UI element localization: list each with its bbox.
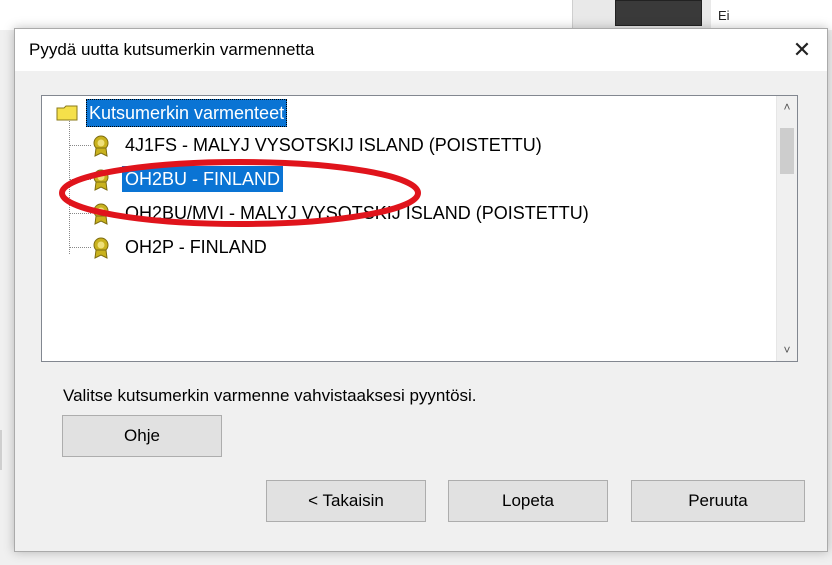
tree-root[interactable]: Kutsumerkin varmenteet <box>42 99 772 127</box>
tree-item[interactable]: OH2BU/MVI - MALYJ VYSOTSKIJ ISLAND (POIS… <box>42 200 772 226</box>
title-bar: Pyydä uutta kutsumerkin varmennetta ✕ <box>15 29 827 71</box>
tree-item[interactable]: OH2P - FINLAND <box>42 234 772 260</box>
tree-connector <box>69 145 91 146</box>
close-button[interactable]: ✕ <box>787 35 817 65</box>
certificate-icon <box>93 237 109 259</box>
instruction-text: Valitse kutsumerkin varmenne vahvistaaks… <box>63 386 477 405</box>
certificate-tree[interactable]: Kutsumerkin varmenteet 4J1FS - MALYJ VYS… <box>41 95 798 362</box>
tree-item-label: OH2BU - FINLAND <box>122 166 284 192</box>
folder-icon <box>56 105 78 121</box>
background-label: Ei <box>718 8 730 23</box>
scroll-up-button[interactable]: ˄ <box>777 96 797 118</box>
background-edge <box>0 430 2 470</box>
tree-connector <box>69 213 91 214</box>
tree-item-selected[interactable]: OH2BU - FINLAND <box>42 166 772 192</box>
finish-button[interactable]: Lopeta <box>448 480 608 522</box>
background-app-icon <box>615 0 702 26</box>
cancel-button[interactable]: Peruuta <box>631 480 805 522</box>
tree-connector <box>69 247 91 248</box>
scrollbar-thumb[interactable] <box>780 128 794 174</box>
request-certificate-dialog: Pyydä uutta kutsumerkin varmennetta ✕ Ku… <box>14 28 828 552</box>
certificate-icon <box>93 135 109 157</box>
back-button[interactable]: < Takaisin <box>266 480 426 522</box>
certificate-icon <box>93 169 109 191</box>
help-button[interactable]: Ohje <box>62 415 222 457</box>
tree-item[interactable]: 4J1FS - MALYJ VYSOTSKIJ ISLAND (POISTETT… <box>42 132 772 158</box>
tree-item-label: OH2P - FINLAND <box>125 237 267 257</box>
tree-item-label: 4J1FS - MALYJ VYSOTSKIJ ISLAND (POISTETT… <box>125 135 542 155</box>
scroll-down-button[interactable]: ˅ <box>777 339 797 361</box>
tree-connector <box>69 179 91 180</box>
certificate-icon <box>93 203 109 225</box>
tree-root-label: Kutsumerkin varmenteet <box>86 99 288 127</box>
tree-item-label: OH2BU/MVI - MALYJ VYSOTSKIJ ISLAND (POIS… <box>125 203 589 223</box>
dialog-title: Pyydä uutta kutsumerkin varmennetta <box>29 40 315 59</box>
vertical-scrollbar[interactable]: ˄ ˅ <box>776 96 797 361</box>
